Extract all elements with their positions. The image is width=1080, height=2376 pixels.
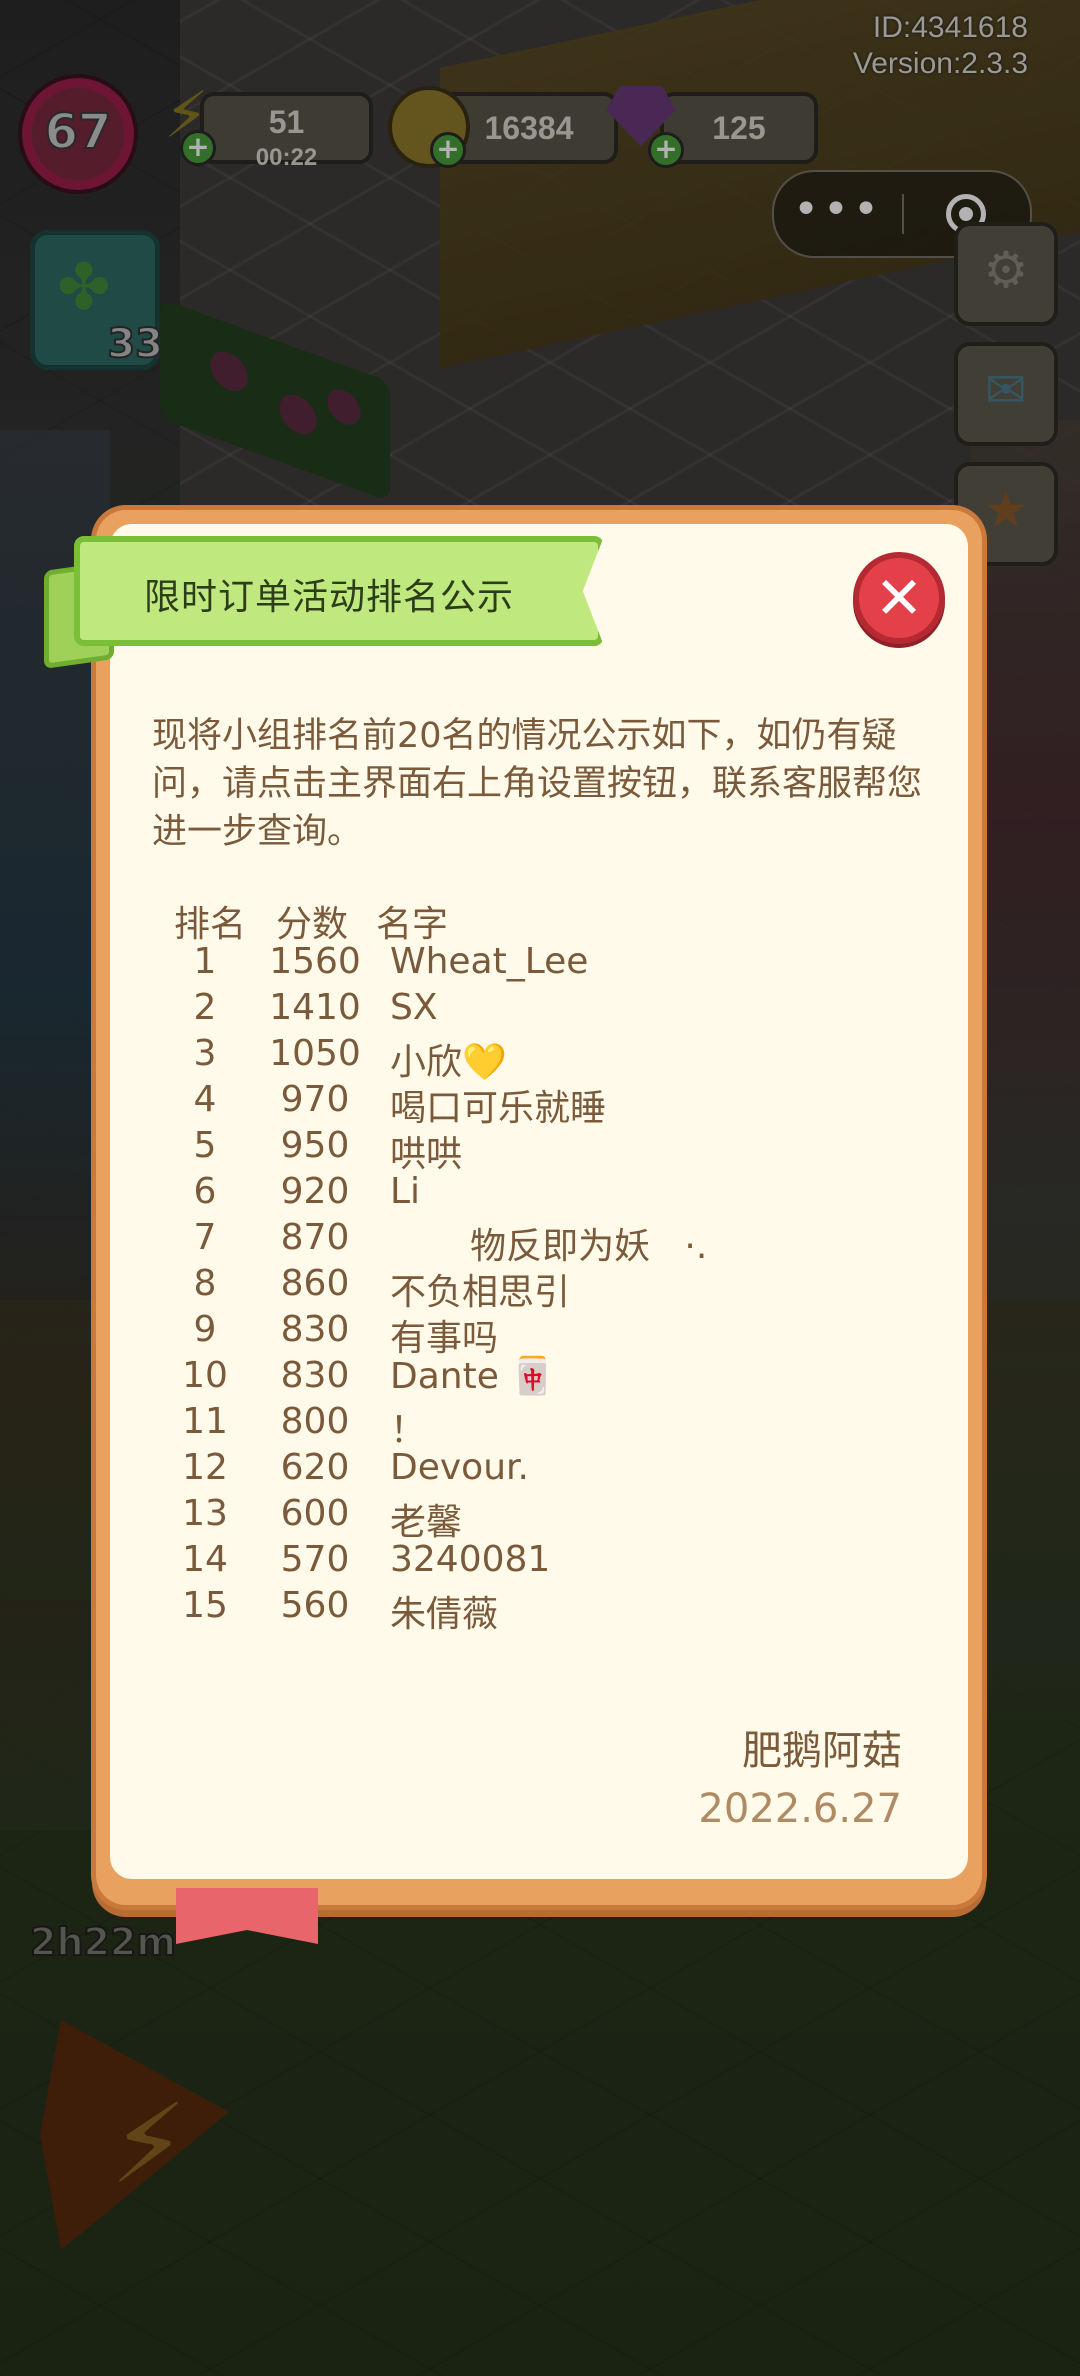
rank-cell: 2 bbox=[193, 987, 217, 1028]
ranking-row: 6 920 Li bbox=[160, 1171, 880, 1217]
signature-name: 肥鹅阿菇 bbox=[742, 1728, 902, 1774]
ranking-header: 排名 分数 名字 bbox=[160, 895, 880, 945]
score-cell: 830 bbox=[280, 1309, 350, 1350]
ranking-row: 5 950 哄哄 bbox=[160, 1125, 880, 1175]
score-cell: 1560 bbox=[269, 941, 361, 982]
ranking-row: 1 1560 Wheat_Lee bbox=[160, 941, 880, 987]
rank-cell: 6 bbox=[193, 1171, 217, 1212]
name-cell: 不负相思引 bbox=[390, 1272, 571, 1313]
name-cell: 喝口可乐就睡 bbox=[390, 1088, 607, 1129]
rank-cell: 1 bbox=[193, 941, 217, 982]
rank-cell: 11 bbox=[182, 1401, 228, 1442]
score-cell: 570 bbox=[280, 1539, 350, 1580]
rank-cell: 10 bbox=[182, 1355, 228, 1396]
ranking-row: 2 1410 SX bbox=[160, 987, 880, 1033]
ranking-row: 12 620 Devour. bbox=[160, 1447, 880, 1493]
name-cell: 物反即为妖 ·. bbox=[390, 1226, 708, 1267]
dialog-title: 限时订单活动排名公示 bbox=[144, 577, 515, 618]
score-cell: 620 bbox=[280, 1447, 350, 1488]
rank-cell: 8 bbox=[193, 1263, 217, 1304]
score-cell: 600 bbox=[280, 1493, 350, 1534]
rank-cell: 5 bbox=[193, 1125, 217, 1166]
ranking-row: 9 830 有事吗 bbox=[160, 1309, 880, 1359]
ranking-row: 13 600 老馨 bbox=[160, 1493, 880, 1543]
title-ribbon: 限时订单活动排名公示 bbox=[44, 536, 604, 669]
header-score: 分数 bbox=[276, 904, 349, 945]
name-cell: Devour. bbox=[390, 1447, 529, 1488]
ranking-row: 14 570 3240081 bbox=[160, 1539, 880, 1585]
header-rank: 排名 bbox=[174, 904, 247, 945]
ranking-row: 7 870 物反即为妖 ·. bbox=[160, 1217, 880, 1267]
ranking-row: 3 1050 小欣💛 bbox=[160, 1033, 880, 1083]
score-cell: 950 bbox=[280, 1125, 350, 1166]
ranking-table: 排名 分数 名字 1 1560 Wheat_Lee 2 1410 SX 3 1050 小欣💛 4 9… bbox=[160, 895, 880, 1635]
ranking-row: 10 830 Dante 🀄 bbox=[160, 1355, 880, 1401]
close-button[interactable]: ✕ bbox=[853, 552, 945, 644]
score-cell: 800 bbox=[280, 1401, 350, 1442]
score-cell: 1410 bbox=[269, 987, 361, 1028]
ranking-row: 8 860 不负相思引 bbox=[160, 1263, 880, 1313]
rank-cell: 13 bbox=[182, 1493, 228, 1534]
score-cell: 970 bbox=[280, 1079, 350, 1120]
name-cell: Li bbox=[390, 1171, 421, 1212]
score-cell: 1050 bbox=[269, 1033, 361, 1074]
signature-block: 肥鹅阿菇 2022.6.27 bbox=[698, 1722, 902, 1838]
score-cell: 860 bbox=[280, 1263, 350, 1304]
name-cell: Wheat_Lee bbox=[390, 941, 589, 982]
signature-date: 2022.6.27 bbox=[698, 1786, 902, 1832]
ranking-rows: 1 1560 Wheat_Lee 2 1410 SX 3 1050 小欣💛 4 970 喝口可乐就睡 5… bbox=[160, 941, 880, 1635]
close-icon: ✕ bbox=[874, 564, 924, 632]
rank-cell: 14 bbox=[182, 1539, 228, 1580]
rank-cell: 7 bbox=[193, 1217, 217, 1258]
ranking-row: 15 560 朱倩薇 bbox=[160, 1585, 880, 1635]
dialog-intro: 现将小组排名前20名的情况公示如下，如仍有疑问，请点击主界面右上角设置按钮，联系… bbox=[152, 716, 923, 852]
ranking-row: 4 970 喝口可乐就睡 bbox=[160, 1079, 880, 1129]
rank-cell: 9 bbox=[193, 1309, 217, 1350]
name-cell: 哄哄 bbox=[390, 1134, 463, 1175]
name-cell: Dante 🀄 bbox=[390, 1356, 556, 1397]
score-cell: 870 bbox=[280, 1217, 350, 1258]
name-cell: SX bbox=[390, 987, 438, 1028]
rank-cell: 15 bbox=[182, 1585, 228, 1626]
name-cell: 3240081 bbox=[390, 1539, 551, 1580]
name-cell: 有事吗 bbox=[390, 1318, 499, 1359]
score-cell: 920 bbox=[280, 1171, 350, 1212]
name-cell: 小欣💛 bbox=[390, 1042, 507, 1083]
header-name: 名字 bbox=[376, 904, 449, 945]
name-cell: 朱倩薇 bbox=[390, 1594, 499, 1635]
score-cell: 560 bbox=[280, 1585, 350, 1626]
score-cell: 830 bbox=[280, 1355, 350, 1396]
rank-cell: 12 bbox=[182, 1447, 228, 1488]
ranking-row: 11 800 ！ bbox=[160, 1401, 880, 1451]
name-cell: 老馨 bbox=[390, 1502, 463, 1543]
name-cell: ！ bbox=[390, 1410, 427, 1451]
rank-cell: 4 bbox=[193, 1079, 217, 1120]
rank-cell: 3 bbox=[193, 1033, 217, 1074]
